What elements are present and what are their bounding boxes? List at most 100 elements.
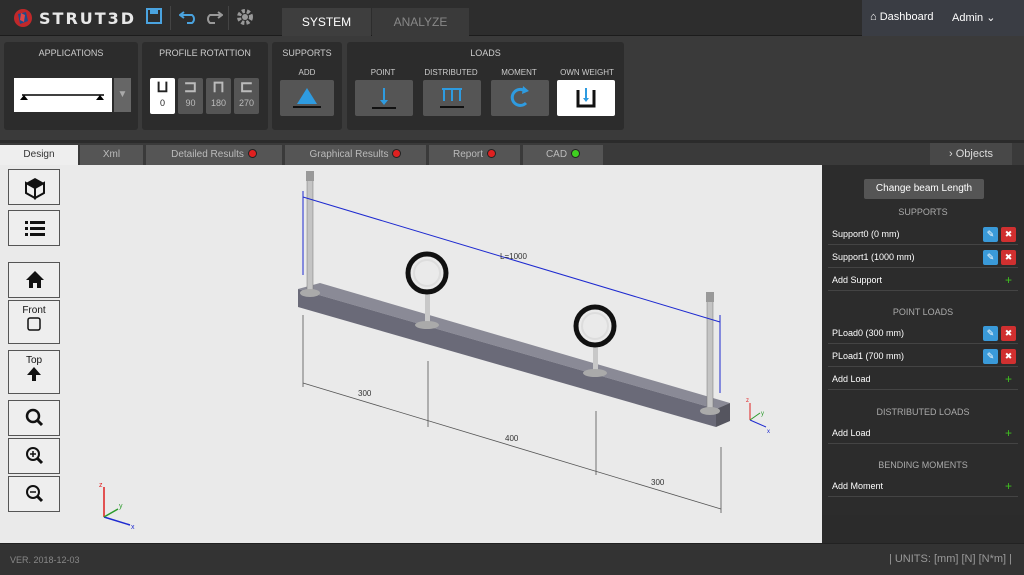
rotation-180-label: 180 [210,98,227,108]
chevron-right-icon: › [948,148,956,160]
delete-icon[interactable]: ✖ [1001,227,1016,242]
top-view-button[interactable]: Top [8,350,60,394]
front-view-button[interactable]: Front [8,300,60,344]
plus-icon[interactable]: + [1005,269,1012,291]
list-item-pload1[interactable]: PLoad1 (700 mm) ✎ ✖ [828,345,1018,367]
list-icon [25,221,45,236]
tab-cad[interactable]: CAD [523,145,603,165]
edit-icon[interactable]: ✎ [983,250,998,265]
application-dropdown-arrow[interactable]: ▼ [114,78,131,112]
own-weight-label: OWN WEIGHT [560,68,614,77]
tab-system[interactable]: SYSTEM [282,8,371,36]
zoom-out-button[interactable] [8,476,60,512]
cube-icon [25,178,45,200]
distributed-load-button[interactable] [423,80,481,116]
dashboard-label: Dashboard [879,11,934,23]
support-rod-1 [706,296,714,412]
redo-icon[interactable] [202,7,224,29]
axis-y-label: y [119,503,123,510]
settings-gear-icon[interactable] [234,7,256,29]
add-load-label: Add Load [832,374,871,384]
home-view-button[interactable] [8,262,60,298]
plus-icon[interactable]: + [1005,475,1012,497]
rotation-90-button[interactable]: ⊐ 90 [178,78,203,114]
axis-x-label: x [131,524,135,531]
undo-icon[interactable] [178,7,200,29]
detailed-results-label: Detailed Results [171,149,244,160]
axis-z-label: z [99,482,103,489]
change-beam-length-button[interactable]: Change beam Length [864,179,984,199]
rotation-180-button[interactable]: ⊓ 180 [206,78,231,114]
rotation-270-button[interactable]: ⊏ 270 [234,78,259,114]
delete-icon[interactable]: ✖ [1001,326,1016,341]
clamp-base-1 [583,369,607,377]
distributed-load-label: DISTRIBUTED [424,68,478,77]
delete-icon[interactable]: ✖ [1001,250,1016,265]
edit-icon[interactable]: ✎ [983,227,998,242]
list-view-button[interactable] [8,210,60,246]
tab-report[interactable]: Report [429,145,520,165]
rotation-0-button[interactable]: ⊔ 0 [150,78,175,114]
rotation-270-label: 270 [238,98,255,108]
profile-270-icon: ⊏ [239,79,254,96]
tab-design[interactable]: Design [0,145,78,165]
small-axis-x-label: x [767,429,770,435]
graphical-results-label: Graphical Results [309,149,389,160]
profile-90-icon: ⊐ [183,79,198,96]
add-support-row[interactable]: Add Support + [828,269,1018,291]
plus-icon[interactable]: + [1005,368,1012,390]
list-item-support1[interactable]: Support1 (1000 mm) ✎ ✖ [828,246,1018,268]
support-rod-cap-0 [306,171,314,181]
tab-detailed-results[interactable]: Detailed Results [146,145,282,165]
point-load-label: POINT [370,68,396,77]
dashboard-link[interactable]: ⌂ Dashboard [870,11,934,23]
objects-panel: Change beam Length SUPPORTS Support0 (0 … [822,165,1024,515]
tab-xml[interactable]: Xml [80,145,143,165]
add-load-row[interactable]: Add Load + [828,368,1018,390]
list-item-pload0[interactable]: PLoad0 (300 mm) ✎ ✖ [828,322,1018,344]
report-label: Report [452,149,483,160]
edit-icon[interactable]: ✎ [983,349,998,364]
logo-text: STRUT3D [39,9,137,28]
search-icon [25,408,44,427]
edit-icon[interactable]: ✎ [983,326,998,341]
distributed-load-icon [440,88,464,108]
add-support-label: Add Support [832,275,883,285]
toolbar-separator [170,6,171,30]
support-triangle-icon [293,88,321,108]
chevron-down-icon: ⌄ [986,12,996,24]
plus-icon[interactable]: + [1005,422,1012,444]
ribbon: APPLICATIONS ▼ PROFILE ROTATTION ⊔ 0 ⊐ 9… [0,36,1024,140]
add-moment-row[interactable]: Add Moment + [828,475,1018,497]
add-distributed-load-row[interactable]: Add Load + [828,422,1018,444]
axes-gizmo-small: z x y [746,398,770,435]
application-select[interactable] [14,78,112,112]
version-label: VER. 2018-12-03 [10,555,80,565]
moment-button[interactable] [491,80,549,116]
add-support-button[interactable] [280,80,334,116]
profile-rotation-group: PROFILE ROTATTION ⊔ 0 ⊐ 90 ⊓ 180 ⊏ 270 [142,42,268,130]
clamp-rod-1 [593,343,598,373]
view-3d-button[interactable] [8,169,60,205]
zoom-fit-button[interactable] [8,400,60,436]
small-axis-z-label: z [746,398,749,404]
tab-graphical-results[interactable]: Graphical Results [285,145,426,165]
list-item-support0[interactable]: Support0 (0 mm) ✎ ✖ [828,223,1018,245]
admin-menu[interactable]: Admin ⌄ [952,11,995,24]
save-icon[interactable] [143,7,165,29]
delete-icon[interactable]: ✖ [1001,349,1016,364]
point-load-button[interactable] [355,80,413,116]
front-label: Front [22,305,46,316]
3d-viewport[interactable]: L=1000 300 400 300 z x y z x y Front Top [0,165,822,543]
zoom-in-button[interactable] [8,438,60,474]
cad-label: CAD [545,149,568,160]
objects-toggle[interactable]: › Objects [930,143,1012,165]
square-icon [27,317,41,331]
own-weight-button[interactable] [557,80,615,116]
moment-icon [510,86,529,107]
distributed-loads-section-title: DISTRIBUTED LOADS [876,407,970,417]
tab-analyze[interactable]: ANALYZE [372,8,469,36]
status-bar: VER. 2018-12-03 | UNITS: [mm] [N] [N*m] … [0,543,1024,575]
add-distributed-load-label: Add Load [832,428,871,438]
applications-title: APPLICATIONS [38,48,104,58]
